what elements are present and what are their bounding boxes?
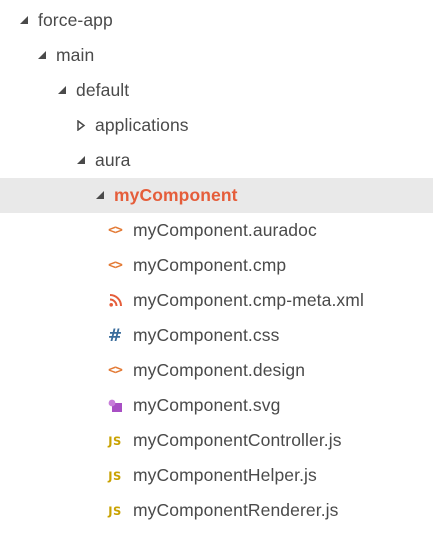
tree-item-label: myComponentRenderer.js — [133, 500, 339, 520]
tree-item-file[interactable]: # myComponent.css — [0, 318, 433, 353]
tree-item-label: force-app — [38, 10, 113, 30]
chevron-down-icon[interactable] — [56, 81, 68, 101]
tree-item-main[interactable]: main — [0, 38, 433, 73]
tree-item-aura[interactable]: aura — [0, 143, 433, 178]
tree-item-file[interactable]: <> myComponent.cmp — [0, 248, 433, 283]
javascript-file-icon: JS — [108, 468, 122, 483]
rss-xml-icon — [107, 291, 123, 311]
tree-item-label: myComponent.svg — [133, 395, 281, 415]
tree-item-label: myComponentController.js — [133, 430, 342, 450]
tree-item-file[interactable]: JS myComponentHelper.js — [0, 458, 433, 493]
tree-item-file[interactable]: <> myComponent.design — [0, 353, 433, 388]
tree-item-file[interactable]: JS myComponentController.js — [0, 423, 433, 458]
tree-item-force-app[interactable]: force-app — [0, 3, 433, 38]
tree-item-label: myComponent — [114, 185, 238, 205]
markup-file-icon: <> — [108, 363, 123, 378]
tree-item-label: myComponent.cmp-meta.xml — [133, 290, 364, 310]
tree-item-label: applications — [95, 115, 189, 135]
tree-item-label: main — [56, 45, 95, 65]
chevron-down-icon[interactable] — [75, 151, 87, 171]
tree-item-label: default — [76, 80, 130, 100]
tree-item-label: aura — [95, 150, 131, 170]
tree-item-applications[interactable]: applications — [0, 108, 433, 143]
tree-item-default[interactable]: default — [0, 73, 433, 108]
chevron-right-icon[interactable] — [75, 116, 87, 136]
javascript-file-icon: JS — [108, 433, 122, 448]
tree-item-file[interactable]: myComponent.cmp-meta.xml — [0, 283, 433, 318]
chevron-down-icon[interactable] — [18, 11, 30, 31]
javascript-file-icon: JS — [108, 503, 122, 518]
svg-shape-icon — [107, 396, 123, 416]
tree-item-file[interactable]: <> myComponent.auradoc — [0, 213, 433, 248]
tree-item-label: myComponent.design — [133, 360, 306, 380]
tree-item-mycomponent[interactable]: myComponent — [0, 178, 433, 213]
tree-item-label: myComponent.css — [133, 325, 280, 345]
chevron-down-icon[interactable] — [94, 186, 106, 206]
tree-item-label: myComponentHelper.js — [133, 465, 317, 485]
markup-file-icon: <> — [108, 223, 123, 238]
markup-file-icon: <> — [108, 258, 123, 273]
css-hash-icon: # — [107, 325, 123, 346]
tree-item-file[interactable]: myComponent.svg — [0, 388, 433, 423]
tree-item-label: myComponent.auradoc — [133, 220, 317, 240]
chevron-down-icon[interactable] — [36, 46, 48, 66]
tree-item-file[interactable]: JS myComponentRenderer.js — [0, 493, 433, 528]
tree-item-label: myComponent.cmp — [133, 255, 287, 275]
file-explorer-tree: force-app main default applications aura… — [0, 0, 433, 533]
